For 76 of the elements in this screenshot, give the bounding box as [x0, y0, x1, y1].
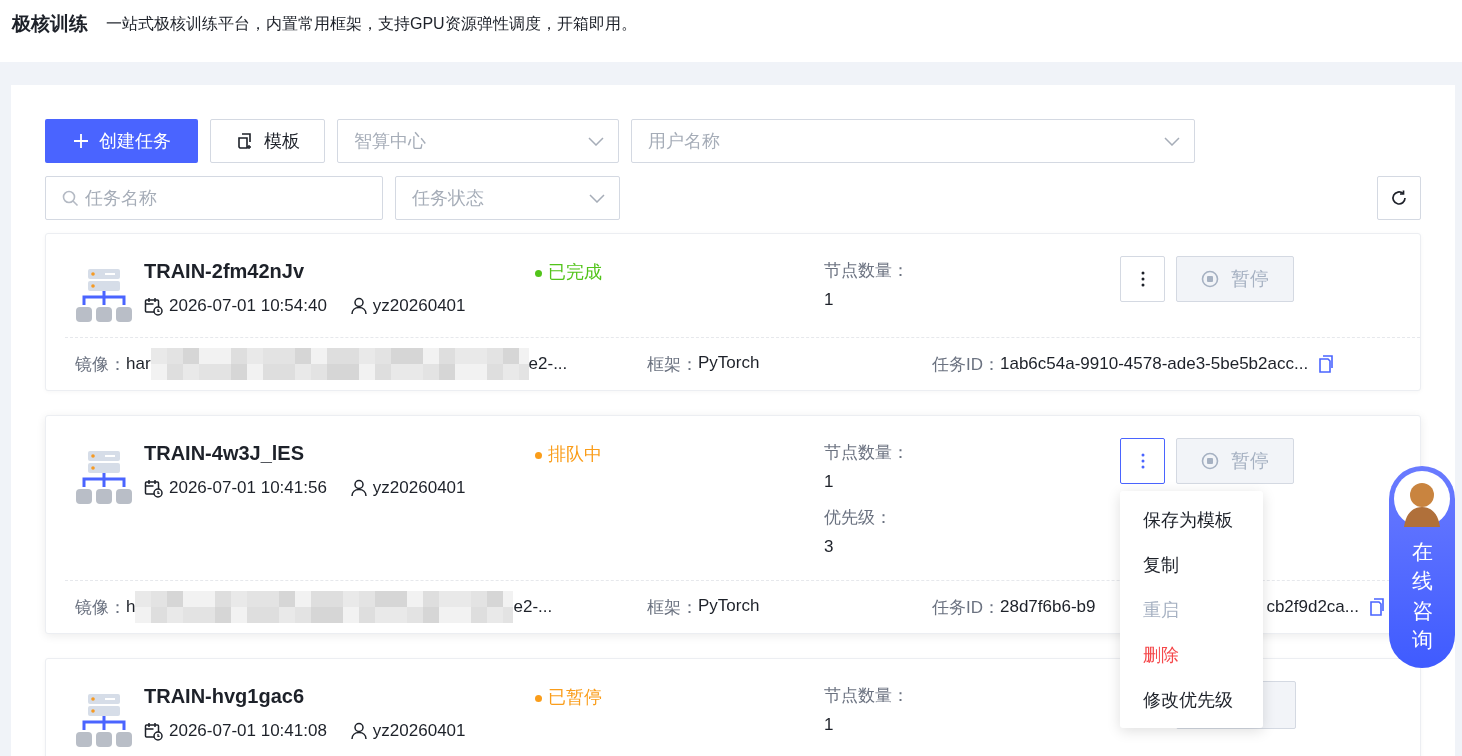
plus-icon [72, 133, 89, 149]
select-field[interactable]: 任务状态 [395, 176, 620, 220]
info-label: 节点数量： [824, 685, 910, 707]
search-icon [62, 189, 79, 207]
menu-item[interactable]: 修改优先级 [1120, 677, 1263, 722]
chat-widget[interactable]: 在线咨询 [1389, 466, 1455, 668]
stop-icon [1201, 452, 1219, 470]
task-name: TRAIN-2fm42nJv [144, 260, 306, 284]
info-value: 1 [824, 715, 835, 736]
chevron-down-icon [589, 193, 605, 203]
task-name: TRAIN-hvg1gac6 [144, 685, 306, 709]
image-value: e2-... [528, 354, 568, 374]
select-field[interactable]: 智算中心 [337, 119, 619, 163]
page-description: 一站式极核训练平台，内置常用框架，支持GPU资源弹性调度，开箱即用。 [106, 13, 637, 34]
calendar-clock-icon [144, 478, 163, 498]
task-id-value: 1ab6c54a-9910-4578-ade3-5be5b2acc... [1000, 354, 1309, 374]
copy-icon[interactable] [1316, 355, 1334, 373]
framework-value: PyTorch [698, 595, 760, 617]
menu-item[interactable]: 删除 [1120, 632, 1263, 677]
framework-value: PyTorch [698, 352, 760, 374]
info-value: 3 [824, 537, 835, 558]
image-value: har [126, 354, 151, 374]
template-button[interactable]: 模板 [210, 119, 325, 163]
user-name: yz20260401 [372, 721, 466, 741]
user-name: yz20260401 [372, 478, 466, 498]
task-id-label: 任务ID： [932, 353, 1000, 376]
task-name: TRAIN-4w3J_lES [144, 442, 306, 466]
info-label: 节点数量： [824, 260, 910, 282]
info-label: 节点数量： [824, 442, 910, 464]
task-id-value: 28d7f6b6-b9 [1000, 597, 1096, 617]
user-name: yz20260401 [372, 296, 466, 316]
info-label: 优先级： [824, 507, 893, 529]
task-id-label: 任务ID： [932, 596, 1000, 619]
more-vertical-icon [1140, 453, 1145, 469]
image-value: h [126, 597, 136, 617]
menu-item[interactable]: 保存为模板 [1120, 497, 1263, 542]
user-icon [350, 722, 367, 740]
chevron-down-icon [1164, 136, 1180, 146]
framework-label: 框架： [647, 353, 698, 376]
chevron-down-icon [588, 136, 604, 146]
copy-icon[interactable] [1367, 598, 1384, 616]
calendar-clock-icon [144, 721, 163, 741]
image-label: 镜像： [75, 353, 126, 376]
calendar-clock-icon [144, 296, 163, 316]
status-label: 排队中 [548, 443, 602, 466]
template-icon [235, 132, 254, 150]
pause-button[interactable]: 暂停 [1176, 438, 1294, 484]
created-time: 2026-07-01 10:41:08 [169, 721, 327, 741]
created-time: 2026-07-01 10:54:40 [169, 296, 327, 316]
stop-icon [1201, 270, 1219, 288]
more-button[interactable] [1120, 438, 1165, 484]
menu-item[interactable]: 复制 [1120, 542, 1263, 587]
more-vertical-icon [1140, 271, 1145, 287]
refresh-icon [1390, 189, 1408, 207]
server-cluster-icon [75, 692, 133, 750]
status-label: 已暂停 [548, 686, 602, 709]
image-label: 镜像： [75, 596, 126, 619]
refresh-button[interactable] [1377, 176, 1421, 220]
framework-label: 框架： [647, 596, 698, 619]
select-field[interactable]: 用户名称 [631, 119, 1195, 163]
info-value: 1 [824, 290, 835, 311]
create-task-button[interactable]: 创建任务 [45, 119, 198, 163]
user-icon [350, 479, 367, 497]
server-cluster-icon [75, 449, 133, 507]
search-field[interactable]: 任务名称 [45, 176, 383, 220]
page-title: 极核训练 [12, 12, 88, 36]
task-id-value: cb2f9d2ca... [1266, 597, 1359, 617]
chat-label: 在线咨询 [1411, 539, 1433, 654]
info-value: 1 [824, 472, 835, 493]
pause-button[interactable]: 暂停 [1176, 256, 1294, 302]
server-cluster-icon [75, 267, 133, 325]
status-label: 已完成 [548, 261, 602, 284]
created-time: 2026-07-01 10:41:56 [169, 478, 327, 498]
image-value: e2-... [513, 597, 553, 617]
avatar-icon [1394, 471, 1450, 527]
user-icon [350, 297, 367, 315]
